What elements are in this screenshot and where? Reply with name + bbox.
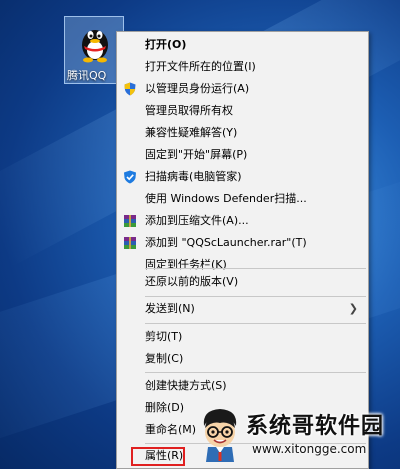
pc-manager-shield-icon: [124, 170, 136, 184]
menu-item-label: 扫描病毒(电脑管家): [145, 170, 242, 183]
menu-item-label: 固定到"开始"屏幕(P): [145, 148, 248, 161]
menu-item-label: 剪切(T): [145, 330, 183, 343]
menu-separator: [145, 323, 366, 324]
menu-item-scan-virus[interactable]: 扫描病毒(电脑管家): [117, 166, 368, 188]
winrar-icon: [124, 215, 136, 227]
menu-item-restore-versions[interactable]: 还原以前的版本(V): [117, 271, 368, 293]
menu-item-label: 发送到(N): [145, 302, 195, 315]
winrar-icon: [124, 237, 136, 249]
menu-item-label: 重命名(M): [145, 423, 197, 436]
uac-shield-icon: [124, 82, 136, 96]
menu-item-run-as-admin[interactable]: 以管理员身份运行(A): [117, 78, 368, 100]
menu-item-compat-troubleshoot[interactable]: 兼容性疑难解答(Y): [117, 122, 368, 144]
menu-item-label: 复制(C): [145, 352, 184, 365]
menu-separator: [145, 268, 366, 269]
menu-item-add-archive[interactable]: 添加到压缩文件(A)...: [117, 210, 368, 232]
qq-penguin-icon: [82, 30, 108, 63]
highlight-annotation-box: [131, 447, 185, 466]
menu-item-label: 以管理员身份运行(A): [145, 82, 250, 95]
watermark-title: 系统哥软件园: [246, 414, 385, 439]
menu-item-label: 添加到压缩文件(A)...: [145, 214, 249, 227]
menu-item-open[interactable]: 打开(O): [117, 34, 368, 56]
menu-separator: [145, 372, 366, 373]
menu-item-label: 管理员取得所有权: [145, 104, 233, 117]
menu-item-cut[interactable]: 剪切(T): [117, 326, 368, 348]
menu-item-label: 删除(D): [145, 401, 185, 414]
chevron-right-icon: ❯: [348, 302, 358, 315]
menu-item-create-shortcut[interactable]: 创建快捷方式(S): [117, 375, 368, 397]
menu-item-label: 固定到任务栏(K): [145, 258, 227, 271]
menu-item-label: 创建快捷方式(S): [145, 379, 227, 392]
watermark: 系统哥软件园 www.xitongge.com: [190, 402, 400, 469]
menu-item-label: 还原以前的版本(V): [145, 275, 239, 288]
menu-separator: [145, 296, 366, 297]
watermark-url: www.xitongge.com: [252, 442, 367, 456]
menu-item-send-to[interactable]: 发送到(N) ❯: [117, 298, 368, 320]
desktop-icon-label: 腾讯QQ: [67, 69, 107, 82]
menu-item-add-rar[interactable]: 添加到 "QQScLauncher.rar"(T): [117, 232, 368, 254]
menu-item-take-ownership[interactable]: 管理员取得所有权: [117, 100, 368, 122]
menu-item-label: 打开(O): [145, 38, 187, 51]
menu-item-open-location[interactable]: 打开文件所在的位置(I): [117, 56, 368, 78]
menu-item-label: 添加到 "QQScLauncher.rar"(T): [145, 236, 307, 249]
menu-item-label: 打开文件所在的位置(I): [145, 60, 256, 73]
menu-item-label: 兼容性疑难解答(Y): [145, 126, 238, 139]
cartoon-mascot-icon: [203, 409, 237, 462]
menu-item-defender-scan[interactable]: 使用 Windows Defender扫描...: [117, 188, 368, 210]
menu-item-copy[interactable]: 复制(C): [117, 348, 368, 370]
menu-item-label: 使用 Windows Defender扫描...: [145, 192, 307, 205]
menu-item-pin-start[interactable]: 固定到"开始"屏幕(P): [117, 144, 368, 166]
desktop-icon-qq[interactable]: 腾讯QQ: [64, 16, 124, 84]
